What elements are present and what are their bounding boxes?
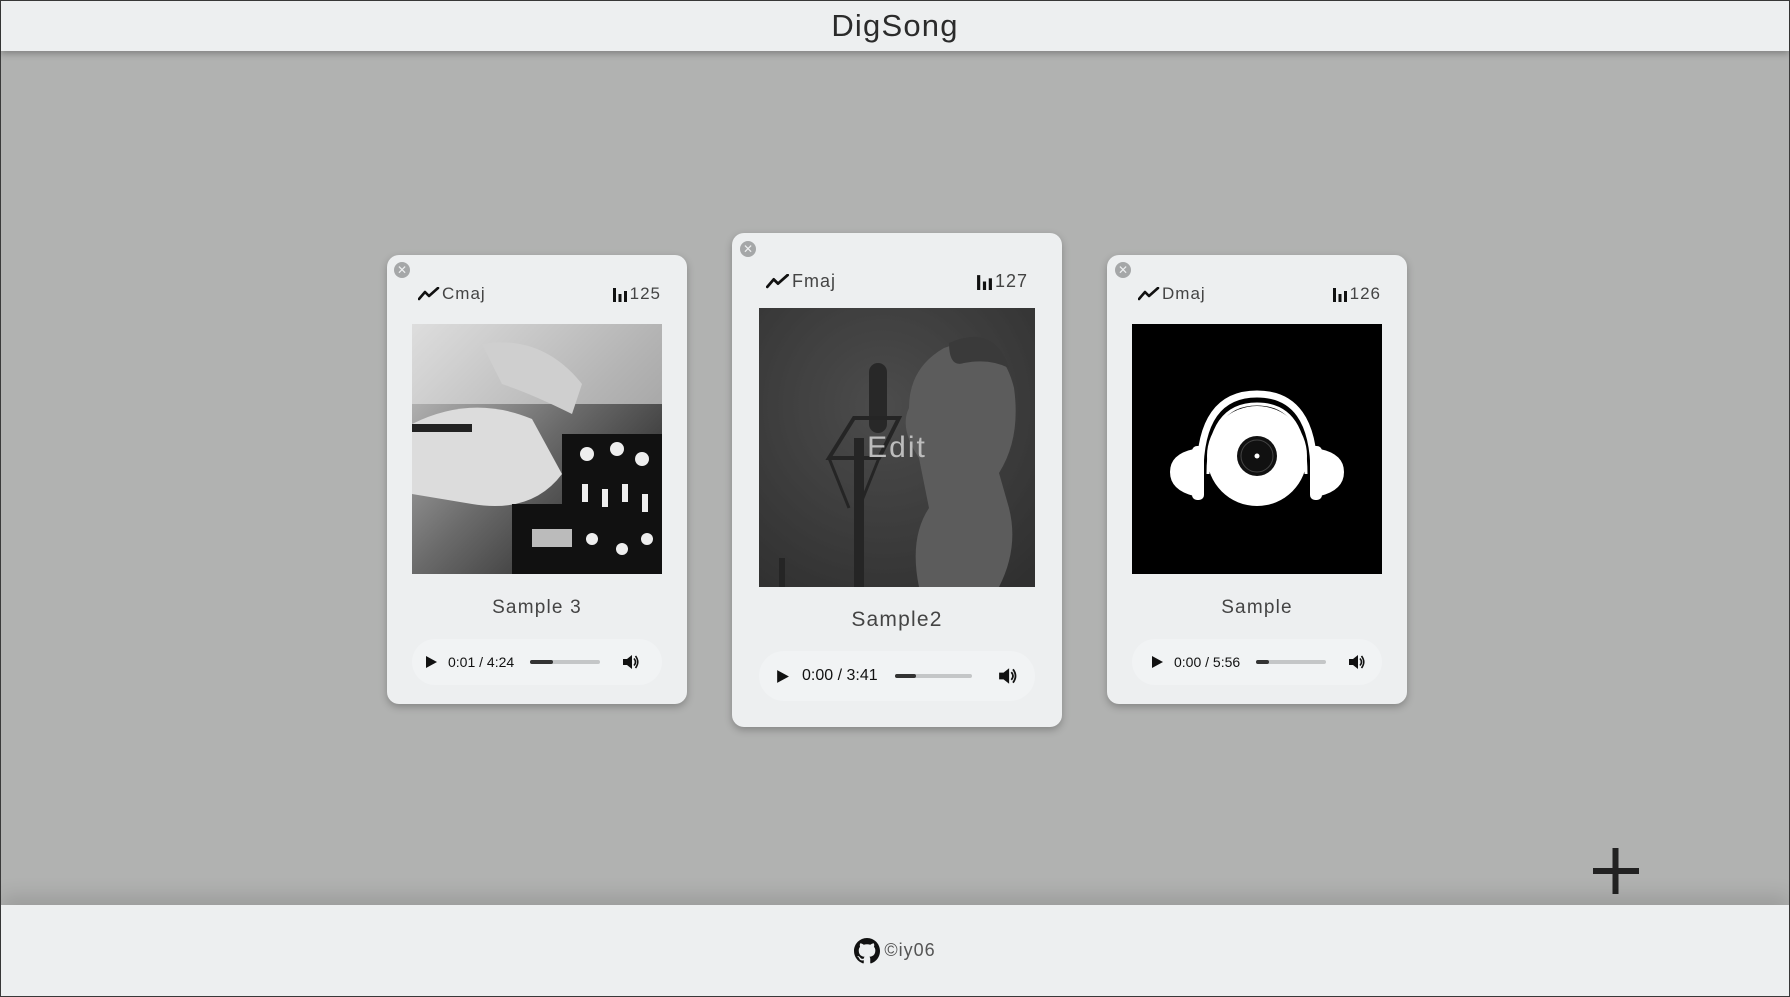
bar-chart-icon (1332, 288, 1347, 302)
song-card: ✕ Dmaj 126 Sample 0:00 / 5:56 (1107, 255, 1407, 704)
bar-chart-icon (612, 288, 627, 302)
close-icon[interactable]: ✕ (394, 262, 410, 278)
song-key-label: Dmaj (1162, 284, 1206, 303)
song-key: Cmaj (418, 284, 486, 304)
app-header: DigSong (1, 1, 1789, 51)
volume-icon[interactable] (998, 666, 1018, 686)
close-icon[interactable]: ✕ (1115, 262, 1131, 278)
app-footer: ©iy06 (1, 905, 1789, 996)
audio-time: 0:00 / 5:56 (1174, 654, 1241, 670)
song-artwork[interactable] (1132, 324, 1382, 574)
song-bpm-label: 126 (1349, 284, 1381, 303)
trend-icon (1138, 287, 1160, 301)
play-icon[interactable] (424, 655, 438, 669)
song-card: ✕ Cmaj 125 Sample 3 0:01 / 4:24 (387, 255, 687, 704)
song-title: Sample2 (851, 608, 943, 631)
audio-progress-bar[interactable] (894, 674, 972, 678)
play-icon[interactable] (775, 669, 790, 684)
audio-player: 0:00 / 5:56 (1132, 639, 1382, 685)
song-title: Sample 3 (492, 597, 582, 618)
song-meta: Cmaj 125 (418, 284, 661, 304)
song-bpm: 126 (1332, 284, 1381, 304)
app-title: DigSong (831, 8, 959, 43)
trend-icon (766, 274, 790, 289)
song-bpm-label: 127 (994, 271, 1028, 291)
audio-progress-bar[interactable] (530, 660, 601, 664)
song-bpm: 125 (612, 284, 661, 304)
plus-icon (1593, 848, 1639, 894)
audio-player: 0:01 / 4:24 (412, 639, 662, 685)
audio-player: 0:00 / 3:41 (759, 651, 1035, 701)
close-icon[interactable]: ✕ (740, 241, 756, 257)
volume-icon[interactable] (622, 653, 640, 671)
song-key-label: Fmaj (792, 271, 836, 291)
song-title: Sample (1221, 597, 1293, 618)
song-meta: Fmaj 127 (766, 271, 1028, 292)
song-key-label: Cmaj (442, 284, 486, 303)
bar-chart-icon (977, 275, 992, 290)
song-artwork[interactable]: Edit (759, 308, 1035, 587)
footer-credit[interactable]: ©iy06 (884, 940, 935, 961)
song-bpm: 127 (976, 271, 1028, 292)
volume-icon[interactable] (1348, 653, 1366, 671)
app-page: DigSong ✕ Cmaj 125 Sample 3 0:01 / 4:24 … (0, 0, 1790, 997)
audio-progress-fill (1256, 660, 1269, 664)
trend-icon (418, 287, 440, 301)
add-song-button[interactable] (1591, 846, 1641, 896)
song-meta: Dmaj 126 (1138, 284, 1381, 304)
audio-progress-bar[interactable] (1256, 660, 1327, 664)
song-key: Fmaj (766, 271, 836, 292)
edit-overlay-button[interactable]: Edit (759, 308, 1035, 587)
audio-time: 0:01 / 4:24 (448, 654, 515, 670)
github-icon[interactable] (854, 937, 881, 964)
song-key: Dmaj (1138, 284, 1206, 304)
song-card: ✕ Fmaj 127 Edit Sample2 0:00 / 3:41 (732, 233, 1062, 727)
play-icon[interactable] (1150, 655, 1164, 669)
audio-progress-fill (530, 660, 553, 664)
audio-progress-fill (894, 674, 917, 678)
song-bpm-label: 125 (629, 284, 661, 303)
audio-time: 0:00 / 3:41 (802, 667, 878, 684)
song-artwork[interactable] (412, 324, 662, 574)
